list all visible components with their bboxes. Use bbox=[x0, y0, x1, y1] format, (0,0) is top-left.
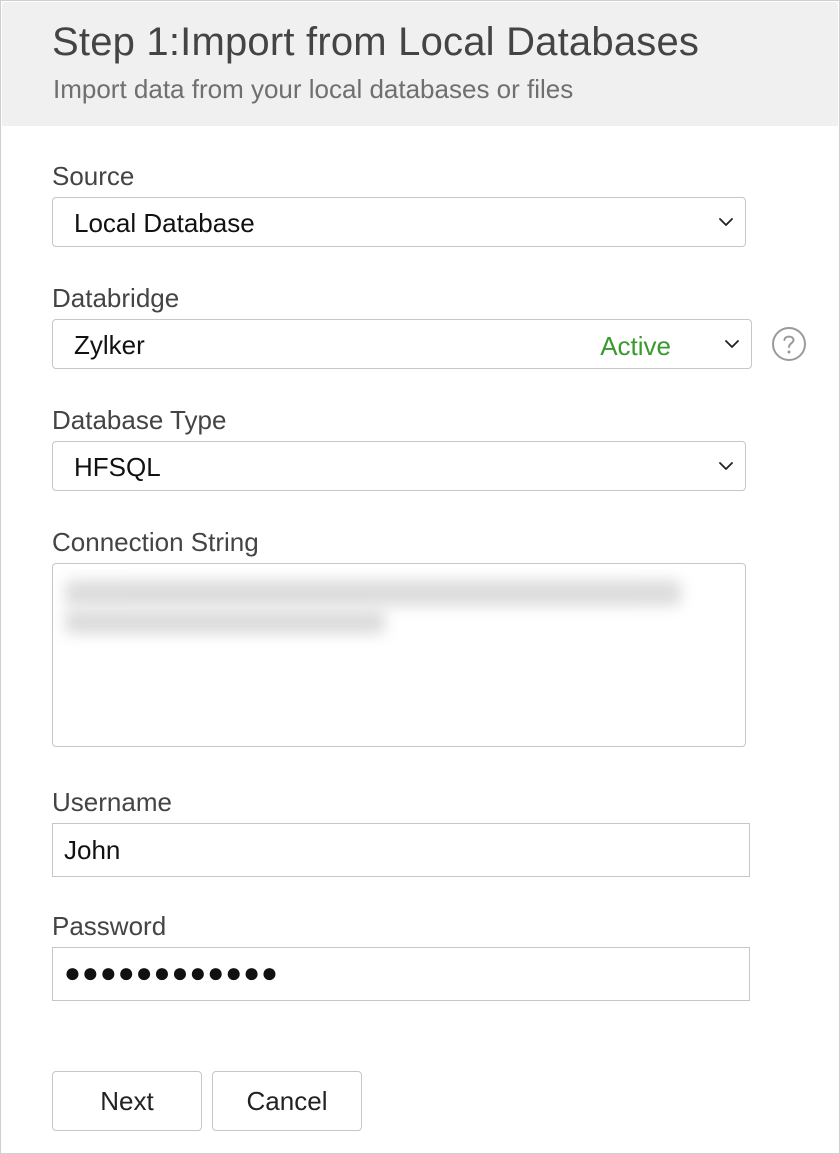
chevron-down-icon bbox=[719, 462, 733, 470]
redacted-text bbox=[65, 610, 385, 634]
import-dialog: Step 1:Import from Local Databases Impor… bbox=[0, 0, 840, 1154]
page-subtitle: Import data from your local databases or… bbox=[53, 74, 574, 104]
username-label: Username bbox=[52, 787, 172, 817]
source-select-value: Local Database bbox=[74, 208, 255, 238]
chevron-down-icon bbox=[725, 340, 739, 348]
connection-string-field[interactable] bbox=[52, 563, 746, 747]
database-type-label: Database Type bbox=[52, 405, 227, 435]
cancel-button[interactable]: Cancel bbox=[212, 1071, 362, 1131]
database-type-select[interactable]: HFSQL bbox=[52, 441, 746, 491]
source-select[interactable]: Local Database bbox=[52, 197, 746, 247]
redacted-text bbox=[65, 580, 681, 606]
databridge-select[interactable]: Zylker Active bbox=[52, 319, 752, 369]
connection-string-label: Connection String bbox=[52, 527, 259, 557]
username-field[interactable]: John bbox=[52, 823, 750, 877]
databridge-select-value: Zylker bbox=[74, 330, 145, 360]
page-title: Step 1:Import from Local Databases bbox=[52, 20, 700, 64]
password-field[interactable]: ●●●●●●●●●●●● bbox=[52, 947, 750, 1001]
password-label: Password bbox=[52, 911, 167, 941]
source-label: Source bbox=[52, 161, 135, 191]
password-masked-value: ●●●●●●●●●●●● bbox=[64, 957, 279, 988]
database-type-select-value: HFSQL bbox=[74, 452, 161, 482]
help-circle-icon[interactable] bbox=[771, 326, 807, 362]
next-button[interactable]: Next bbox=[52, 1071, 202, 1131]
databridge-label: Databridge bbox=[52, 283, 180, 313]
username-value: John bbox=[64, 835, 121, 865]
chevron-down-icon bbox=[719, 218, 733, 226]
databridge-status-badge: Active bbox=[600, 331, 671, 361]
dialog-header: Step 1:Import from Local Databases Impor… bbox=[2, 2, 838, 126]
